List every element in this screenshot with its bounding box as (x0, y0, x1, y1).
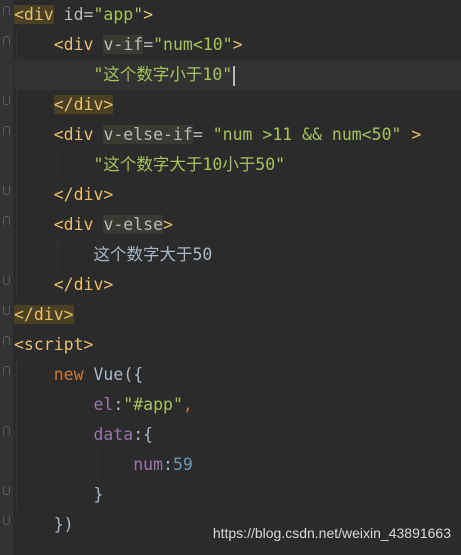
fold-marker-icon[interactable] (3, 306, 10, 315)
code-token: <div (53, 35, 94, 54)
code-line[interactable]: new Vue({ (14, 360, 143, 390)
fold-marker-icon[interactable] (3, 426, 10, 435)
code-token: </div> (14, 305, 74, 324)
code-line[interactable]: "这个数字大于10小于50" (14, 150, 285, 180)
code-token: 59 (172, 455, 193, 474)
code-token: "app" (93, 5, 144, 24)
text-caret (233, 65, 235, 86)
fold-marker-icon[interactable] (3, 126, 10, 135)
code-token: data (93, 425, 134, 444)
code-token: > (143, 5, 154, 24)
code-token: Vue (93, 365, 124, 384)
editor-gutter (0, 0, 13, 555)
code-line[interactable]: <div id="app"> (14, 0, 153, 30)
code-token: , (182, 395, 193, 414)
code-token: <div (53, 125, 94, 144)
code-token: v-else (103, 215, 164, 234)
code-token: "#app" (123, 395, 183, 414)
code-token: : (113, 395, 124, 414)
code-token: <script> (14, 335, 94, 354)
code-line[interactable]: }) (14, 510, 74, 540)
code-token: </div> (53, 275, 114, 294)
code-token: v-if (103, 35, 144, 54)
code-token: "num >11 && num<50" (202, 125, 412, 144)
code-token: } (93, 485, 104, 504)
fold-marker-icon[interactable] (3, 486, 10, 495)
fold-marker-icon[interactable] (3, 6, 10, 15)
code-token: num (133, 455, 164, 474)
code-token: > (232, 35, 243, 54)
code-line[interactable]: </div> (14, 300, 74, 330)
watermark-text: https://blog.csdn.net/weixin_43891663 (212, 525, 451, 541)
code-line[interactable]: 这个数字大于50 (14, 240, 212, 270)
fold-marker-icon[interactable] (3, 276, 10, 285)
fold-marker-icon[interactable] (3, 366, 10, 375)
code-editor[interactable]: <div id="app"> <div v-if="num<10"> "这个数字… (0, 0, 461, 555)
code-line[interactable]: </div> (14, 270, 114, 300)
code-token: : (163, 455, 173, 474)
fold-marker-icon[interactable] (3, 216, 10, 225)
code-line[interactable]: <script> (14, 330, 93, 360)
code-token: "这个数字大于10小于50" (93, 155, 286, 174)
code-token: </div> (53, 185, 114, 204)
code-token: v-else-if (103, 125, 193, 144)
code-token: <div (14, 5, 54, 24)
code-line[interactable]: <div v-else-if= "num >11 && num<50" > (14, 120, 421, 150)
code-token: = (143, 35, 154, 54)
code-token: 这个数字大于50 (93, 245, 213, 264)
code-line[interactable]: <div v-if="num<10"> (14, 30, 243, 60)
fold-marker-icon[interactable] (3, 36, 10, 45)
code-token: > (163, 215, 173, 234)
code-token: el (93, 395, 114, 414)
fold-marker-icon[interactable] (3, 516, 10, 525)
code-line[interactable]: </div> (14, 180, 114, 210)
code-line[interactable]: </div> (14, 90, 114, 120)
code-line[interactable]: el:"#app", (14, 390, 193, 420)
code-token: "num<10" (153, 35, 233, 54)
code-token: "这个数字小于10" (93, 65, 233, 84)
code-line[interactable]: "这个数字小于10" (14, 60, 461, 90)
code-token: id= (53, 5, 94, 24)
fold-marker-icon[interactable] (3, 336, 10, 345)
code-token: :{ (133, 425, 154, 444)
code-line[interactable]: } (14, 480, 103, 510)
code-token: <div (53, 215, 94, 234)
code-token: ({ (123, 365, 144, 384)
code-line[interactable]: data:{ (14, 420, 153, 450)
code-line[interactable]: <div v-else> (14, 210, 173, 240)
code-token: = (192, 125, 203, 144)
fold-marker-icon[interactable] (3, 96, 10, 105)
code-token: > (411, 125, 422, 144)
code-line[interactable]: num:59 (14, 450, 193, 480)
fold-marker-icon[interactable] (3, 186, 10, 195)
code-token: </div> (53, 95, 114, 114)
code-token: new (53, 365, 84, 384)
code-token: }) (53, 515, 74, 534)
